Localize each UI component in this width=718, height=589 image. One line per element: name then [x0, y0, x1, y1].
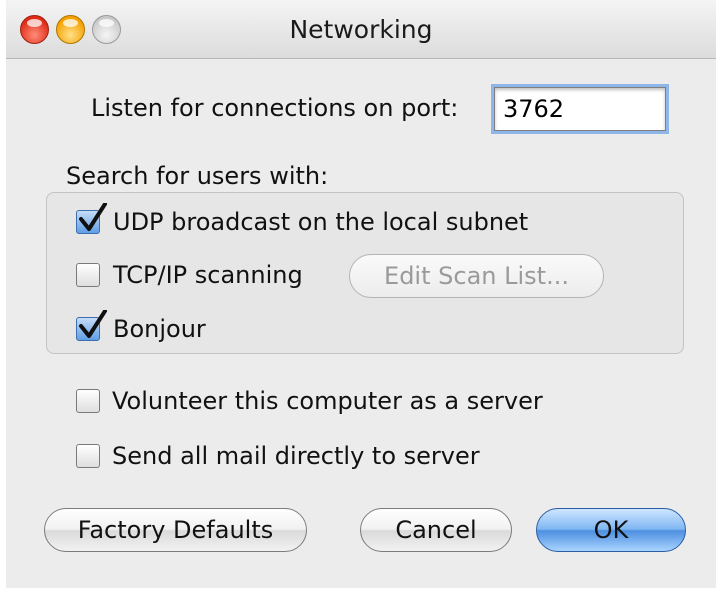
factory-defaults-button[interactable]: Factory Defaults: [44, 508, 307, 552]
search-options-group: UDP broadcast on the local subnet TCP/IP…: [46, 192, 684, 354]
volunteer-server-label: Volunteer this computer as a server: [112, 387, 543, 415]
search-heading: Search for users with:: [66, 162, 329, 190]
networking-window: Networking Listen for connections on por…: [6, 0, 716, 588]
bonjour-label: Bonjour: [113, 315, 206, 343]
ok-button[interactable]: OK: [536, 508, 686, 552]
port-label: Listen for connections on port:: [91, 94, 459, 122]
bonjour-checkbox[interactable]: [76, 310, 107, 341]
title-bar: Networking: [6, 0, 716, 59]
send-mail-server-label: Send all mail directly to server: [112, 442, 480, 470]
udp-broadcast-label: UDP broadcast on the local subnet: [113, 208, 529, 236]
cancel-button[interactable]: Cancel: [360, 508, 512, 552]
window-title: Networking: [289, 15, 433, 44]
tcp-ip-scanning-checkbox[interactable]: [76, 263, 100, 287]
send-mail-server-checkbox[interactable]: [76, 444, 100, 468]
checkmark-icon: [79, 310, 107, 338]
udp-broadcast-checkbox[interactable]: [76, 203, 107, 234]
tcp-ip-scanning-label: TCP/IP scanning: [113, 261, 303, 289]
port-input[interactable]: [494, 87, 666, 131]
checkmark-icon: [79, 203, 107, 231]
edit-scan-list-button[interactable]: Edit Scan List...: [349, 254, 604, 298]
volunteer-server-checkbox[interactable]: [76, 389, 100, 413]
